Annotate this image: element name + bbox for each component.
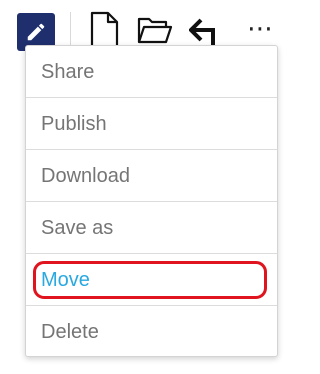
menu-item-download[interactable]: Download: [26, 150, 277, 202]
menu-item-label: Download: [41, 164, 130, 187]
menu-item-label: Save as: [41, 216, 114, 239]
menu-item-save-as[interactable]: Save as: [26, 202, 277, 254]
back-button[interactable]: [187, 14, 223, 48]
pencil-icon: [27, 23, 45, 41]
menu-item-delete[interactable]: Delete: [26, 306, 277, 358]
menu-item-label: Share: [41, 60, 95, 83]
dropdown-menu: Share Publish Download Save as Move Dele…: [25, 45, 278, 357]
menu-item-label: Move: [41, 268, 90, 291]
menu-item-share[interactable]: Share: [26, 46, 277, 98]
menu-item-label: Publish: [41, 112, 107, 135]
open-folder-button[interactable]: [135, 12, 175, 48]
new-document-icon: [90, 11, 119, 49]
menu-item-label: Delete: [41, 320, 99, 343]
back-arrow-icon: [189, 18, 215, 46]
more-icon: ⋯: [247, 12, 273, 43]
toolbar-divider: [70, 12, 71, 46]
menu-item-move[interactable]: Move: [26, 254, 277, 306]
open-folder-icon: [137, 17, 173, 44]
menu-item-publish[interactable]: Publish: [26, 98, 277, 150]
more-button[interactable]: ⋯: [240, 10, 280, 46]
new-document-button[interactable]: [86, 10, 122, 50]
